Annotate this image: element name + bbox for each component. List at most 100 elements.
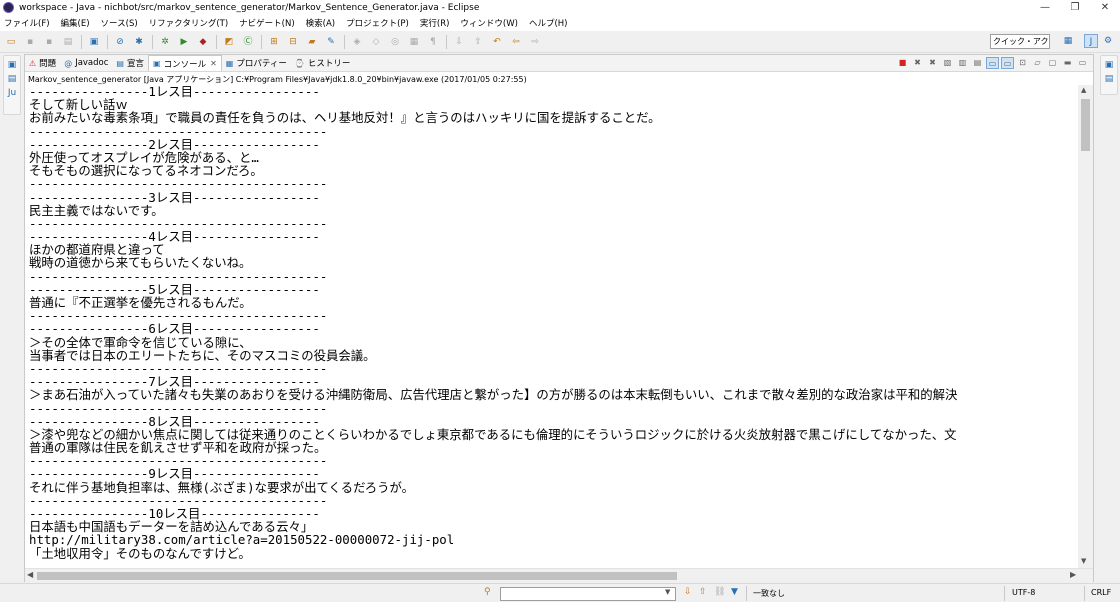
print-icon[interactable]: ▤	[61, 36, 75, 48]
show-on-stderr-icon[interactable]: ▭	[1001, 57, 1014, 69]
scroll-thumb[interactable]	[37, 572, 677, 580]
display-console-icon[interactable]: ▱	[1031, 57, 1044, 69]
minimize-view-icon[interactable]: ▬	[1061, 57, 1074, 69]
tab-properties[interactable]: ▦ プロパティー	[222, 55, 291, 71]
console-line: ----------------1レス目-----------------	[29, 85, 320, 99]
tab-console[interactable]: ▣ コンソール ✕	[148, 55, 222, 71]
menu-refactor[interactable]: リファクタリング(T)	[149, 17, 229, 29]
skip-breakpoints-icon[interactable]: ⊘	[113, 36, 127, 48]
minimize-button[interactable]: —	[1030, 0, 1060, 15]
restore-view-icon[interactable]: ▣	[1101, 60, 1117, 70]
open-folder-icon[interactable]: ▰	[305, 36, 319, 48]
status-divider	[1004, 586, 1005, 601]
find-input[interactable]	[500, 587, 676, 601]
open-task-icon[interactable]: ⊟	[286, 36, 300, 48]
terminal-icon[interactable]: ▣	[87, 36, 101, 48]
tab-history[interactable]: ⌚ ヒストリー	[291, 55, 354, 71]
new-icon[interactable]: ▭	[4, 36, 18, 48]
scroll-left-icon[interactable]: ◀	[27, 570, 33, 579]
save-icon[interactable]: ▪	[23, 36, 37, 48]
scroll-down-icon[interactable]: ▼	[1081, 557, 1086, 565]
console-line: ----------------4レス目-----------------	[29, 229, 320, 245]
tab-problems[interactable]: ⚠ 問題	[25, 55, 60, 71]
scroll-lock-icon[interactable]: ▥	[956, 57, 969, 69]
menu-run[interactable]: 実行(R)	[420, 17, 450, 29]
menu-search[interactable]: 検索(A)	[306, 17, 335, 29]
console-line: 戦時の道徳から来てもらいたくないね。	[29, 255, 252, 271]
find-next-icon[interactable]: ⇩	[684, 587, 692, 597]
vertical-scrollbar[interactable]: ▲ ▼	[1078, 85, 1093, 569]
package-explorer-icon[interactable]: ▤	[4, 74, 20, 84]
encoding-status: UTF-8	[1012, 588, 1036, 597]
debug-perspective-icon[interactable]: ⚙	[1101, 34, 1115, 48]
tab-javadoc[interactable]: @ Javadoc	[60, 55, 112, 71]
remove-launch-icon[interactable]: ✖	[911, 57, 924, 69]
toggle-breadcrumb-icon[interactable]: ◇	[369, 36, 383, 48]
properties-icon: ▦	[225, 58, 234, 68]
menu-source[interactable]: ソース(S)	[101, 17, 138, 29]
remove-all-icon[interactable]: ✖	[926, 57, 939, 69]
tab-label: 宣言	[126, 59, 144, 69]
scroll-thumb[interactable]	[1081, 99, 1090, 151]
run-icon[interactable]: ▶	[177, 36, 191, 48]
save-all-icon[interactable]: ▪	[42, 36, 56, 48]
back-icon[interactable]: ⇦	[509, 36, 523, 48]
open-type-icon[interactable]: ⊞	[267, 36, 281, 48]
close-button[interactable]: ✕	[1090, 0, 1120, 15]
scroll-right-icon[interactable]: ▶	[1070, 570, 1076, 579]
outline-icon[interactable]: ▤	[1101, 74, 1117, 84]
tab-label: 問題	[39, 59, 57, 69]
menu-project[interactable]: プロジェクト(P)	[346, 17, 409, 29]
toggle-mark-icon[interactable]: ◈	[350, 36, 364, 48]
chevron-down-icon[interactable]: ▼	[665, 588, 670, 596]
tab-declaration[interactable]: ▤ 宣言	[112, 55, 148, 71]
pin-console-icon[interactable]: ⊡	[1016, 57, 1029, 69]
quick-access-input[interactable]: クイック・アクセス	[990, 34, 1050, 49]
menu-window[interactable]: ウィンドウ(W)	[460, 17, 518, 29]
new-java-project-icon[interactable]: ◩	[222, 36, 236, 48]
restore-view-icon[interactable]: ▣	[4, 60, 20, 70]
restore-button[interactable]: ❐	[1060, 0, 1090, 15]
prev-annotation-icon[interactable]: ⇧	[471, 36, 485, 48]
console-view: ⚠ 問題 @ Javadoc ▤ 宣言 ▣ コンソール ✕ ▦ プロパティー ⌚…	[24, 54, 1094, 582]
open-perspective-icon[interactable]: ▦	[1061, 34, 1075, 48]
block-select-icon[interactable]: ▦	[407, 36, 421, 48]
link-icon[interactable]: ⛓	[714, 587, 725, 597]
new-class-icon[interactable]: Ⓒ	[241, 36, 255, 48]
close-tab-icon[interactable]: ✕	[210, 59, 217, 68]
debug-icon[interactable]: ✲	[158, 36, 172, 48]
find-icon: ⚲	[484, 587, 491, 597]
highlight-icon[interactable]: ◎	[388, 36, 402, 48]
toolbar-divider	[81, 34, 82, 49]
menu-navigate[interactable]: ナビゲート(N)	[239, 17, 295, 29]
console-output[interactable]: ----------------1レス目----------------- そして…	[29, 85, 1079, 569]
menu-file[interactable]: ファイル(F)	[4, 17, 50, 29]
terminate-icon[interactable]: ■	[896, 57, 909, 69]
horizontal-scrollbar[interactable]: ◀ ▶	[25, 568, 1093, 582]
java-perspective-icon[interactable]: J	[1084, 34, 1098, 48]
clear-console-icon[interactable]: ▧	[941, 57, 954, 69]
show-on-stdout-icon[interactable]: ▭	[986, 57, 999, 69]
menu-help[interactable]: ヘルプ(H)	[529, 17, 568, 29]
settings-icon[interactable]: ✱	[132, 36, 146, 48]
next-annotation-icon[interactable]: ⇩	[452, 36, 466, 48]
maximize-view-icon[interactable]: ▭	[1076, 57, 1089, 69]
whitespace-icon[interactable]: ¶	[426, 36, 440, 48]
eclipse-logo-icon	[3, 2, 14, 13]
window-title: workspace - Java - nichbot/src/markov_se…	[19, 2, 480, 13]
search-icon[interactable]: ✎	[324, 36, 338, 48]
console-line: ＞まあ石油が入っていた諸々も失業のあおりを受ける沖縄防衛局、広告代理店と繋がった…	[29, 387, 958, 403]
word-wrap-icon[interactable]: ▤	[971, 57, 984, 69]
find-options-icon[interactable]: ▼	[731, 587, 738, 597]
toolbar-divider	[446, 34, 447, 49]
forward-icon[interactable]: ⇨	[528, 36, 542, 48]
scroll-up-icon[interactable]: ▲	[1081, 86, 1086, 94]
menu-edit[interactable]: 編集(E)	[61, 17, 90, 29]
find-previous-icon[interactable]: ⇧	[699, 587, 707, 597]
tab-label: Javadoc	[75, 58, 109, 68]
process-description: Markov_sentence_generator [Java アプリケーション…	[28, 75, 527, 84]
external-tools-icon[interactable]: ◆	[196, 36, 210, 48]
last-edit-icon[interactable]: ↶	[490, 36, 504, 48]
junit-icon[interactable]: Ju	[4, 88, 20, 98]
open-console-icon[interactable]: ▢	[1046, 57, 1059, 69]
